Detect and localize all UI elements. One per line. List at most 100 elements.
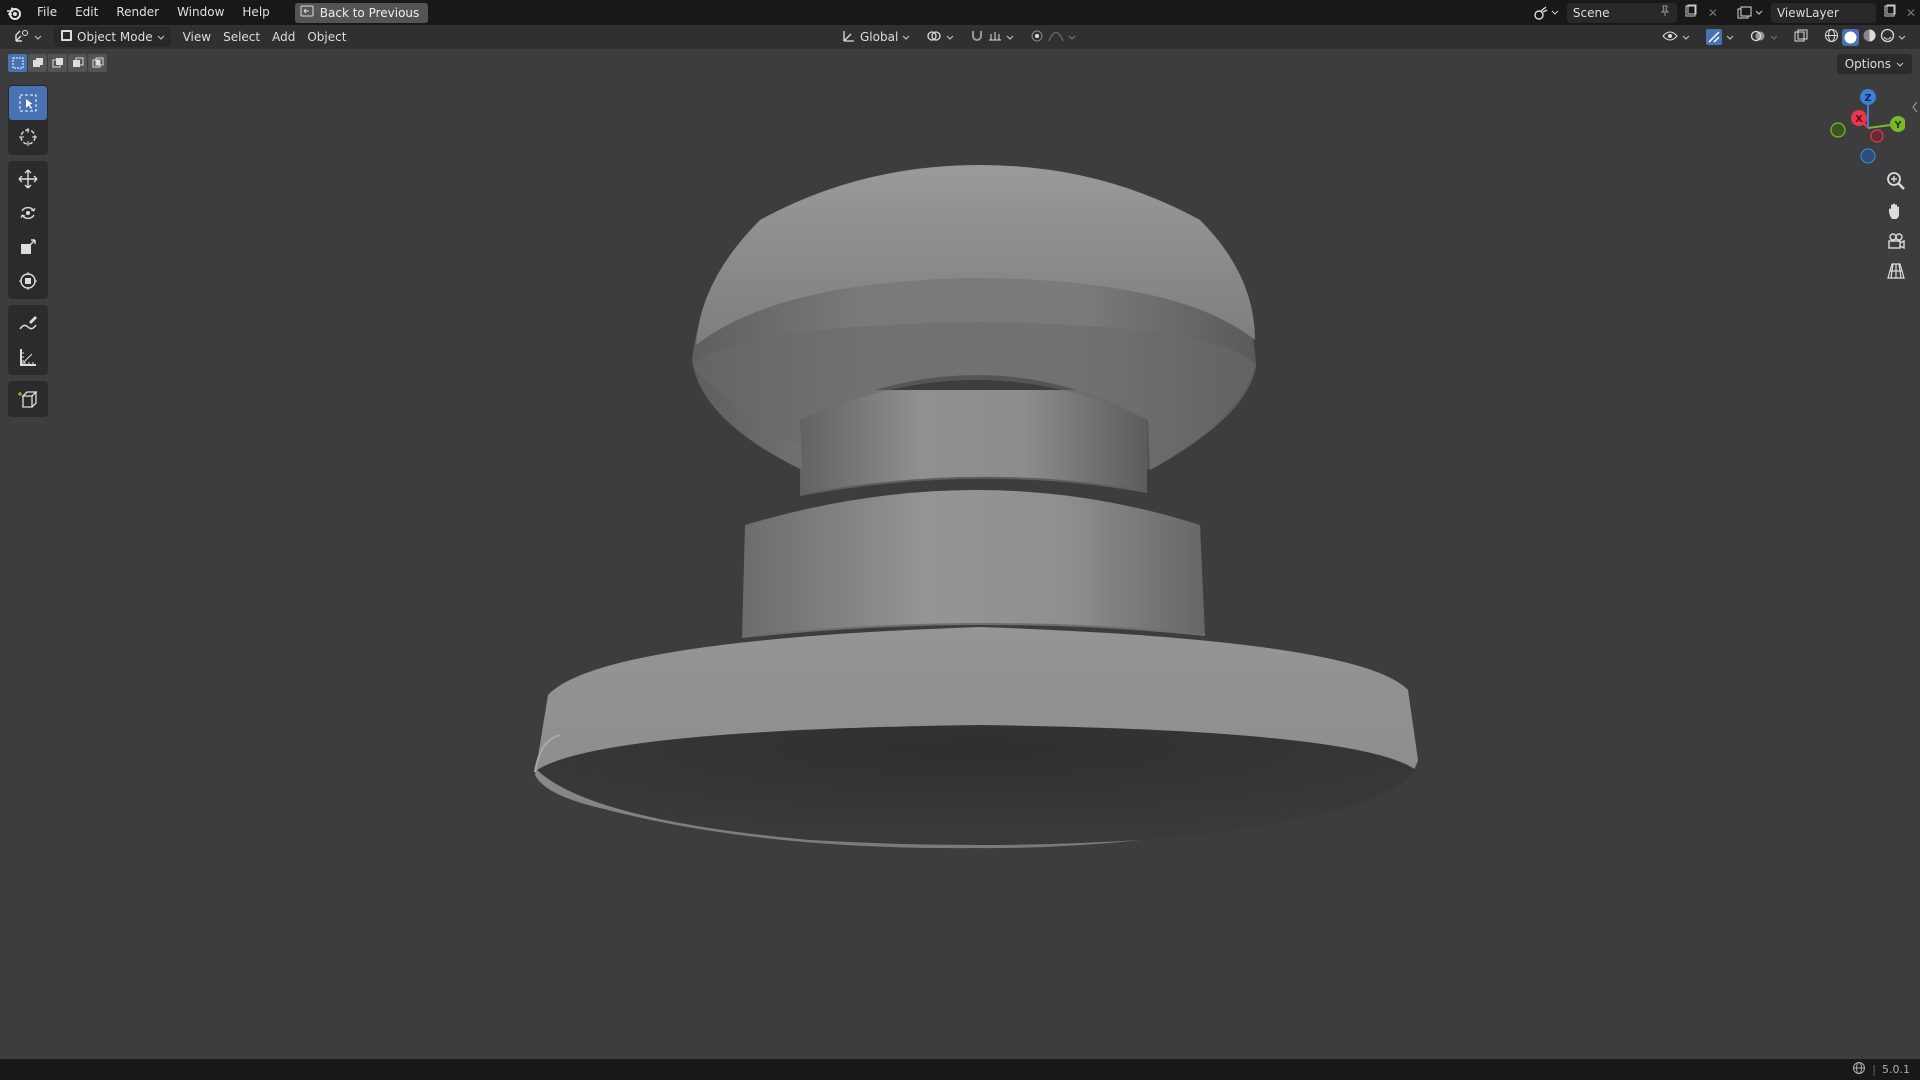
blender-version: 5.0.1 <box>1882 1063 1910 1076</box>
chevron-down-icon <box>157 30 165 44</box>
wireframe-shading-icon[interactable] <box>1824 28 1839 46</box>
annotate-icon[interactable] <box>9 306 47 340</box>
tool-group-transform <box>8 161 48 299</box>
editor-type-button[interactable] <box>8 27 48 47</box>
overlays-toggle[interactable] <box>1744 27 1784 47</box>
menu-view[interactable]: View <box>177 27 217 47</box>
back-icon <box>300 5 314 20</box>
xray-toggle[interactable] <box>1788 27 1814 47</box>
rendered-shading-icon[interactable] <box>1880 28 1895 46</box>
proportional-editing-toggle[interactable] <box>1024 27 1082 47</box>
delete-view-layer-icon[interactable]: ✕ <box>1904 6 1920 20</box>
cursor-icon[interactable] <box>9 120 47 154</box>
view-layer-name: ViewLayer <box>1776 5 1839 20</box>
orientation-label: Global <box>860 30 899 44</box>
navigation-gizmo[interactable]: X Z Y <box>1825 88 1906 168</box>
menu-help[interactable]: Help <box>233 0 278 25</box>
chevron-down-icon <box>1068 30 1076 44</box>
view-layer-icon[interactable] <box>1733 6 1767 20</box>
perspective-toggle-icon[interactable] <box>1881 258 1911 284</box>
transform-orientation-selector[interactable]: Global <box>836 27 916 47</box>
neg-x-axis[interactable] <box>1870 129 1884 143</box>
tool-shelf <box>8 85 48 423</box>
add-cube-icon[interactable] <box>9 382 47 416</box>
solid-shading-icon[interactable] <box>1842 28 1859 46</box>
select-new-icon[interactable] <box>8 54 27 72</box>
options-dropdown[interactable]: Options <box>1836 54 1912 74</box>
tool-group-add <box>8 381 48 417</box>
pivot-icon <box>926 29 942 46</box>
network-icon <box>1852 1061 1866 1078</box>
scene-name-field[interactable]: Scene <box>1566 2 1677 23</box>
chevron-down-icon[interactable] <box>1898 30 1906 44</box>
menu-select[interactable]: Select <box>217 27 266 47</box>
shading-mode-group <box>1818 27 1912 47</box>
hand-pan-icon[interactable] <box>1881 198 1911 224</box>
pin-icon[interactable] <box>1659 5 1671 20</box>
xray-icon <box>1794 29 1808 46</box>
options-label: Options <box>1844 57 1891 71</box>
eye-icon <box>1662 30 1678 45</box>
overlays-icon <box>1750 29 1766 46</box>
select-invert-icon[interactable] <box>68 54 87 72</box>
menu-render[interactable]: Render <box>107 0 168 25</box>
menu-file[interactable]: File <box>28 0 66 25</box>
status-bar: | 5.0.1 <box>0 1059 1920 1080</box>
blender-logo-icon[interactable] <box>0 0 28 25</box>
material-shading-icon[interactable] <box>1862 28 1877 46</box>
move-icon[interactable] <box>9 162 47 196</box>
camera-view-icon[interactable] <box>1881 228 1911 254</box>
3d-model[interactable] <box>0 49 1920 1059</box>
chevron-down-icon <box>34 30 42 44</box>
menu-edit[interactable]: Edit <box>66 0 107 25</box>
delete-scene-icon[interactable]: ✕ <box>1705 6 1721 20</box>
orientation-icon <box>842 29 856 46</box>
chevron-down-icon <box>946 30 954 44</box>
transform-icon[interactable] <box>9 264 47 298</box>
new-scene-icon[interactable] <box>1681 4 1701 21</box>
x-axis-handle[interactable]: X <box>1851 110 1867 126</box>
z-axis-handle[interactable]: Z <box>1860 89 1876 105</box>
measure-icon[interactable] <box>9 340 47 374</box>
collapse-sidebar-icon[interactable] <box>1910 100 1920 114</box>
pivot-point-selector[interactable] <box>920 27 960 47</box>
neg-y-axis[interactable] <box>1830 122 1846 138</box>
tool-group-select <box>8 85 48 155</box>
chevron-down-icon <box>1006 30 1014 44</box>
select-mode-group <box>8 54 107 72</box>
select-box-icon[interactable] <box>9 86 47 120</box>
mode-selector[interactable]: Object Mode <box>54 27 171 47</box>
scale-icon[interactable] <box>9 230 47 264</box>
tool-group-annotate <box>8 305 48 375</box>
chevron-down-icon <box>1726 30 1734 44</box>
view-layer-field[interactable]: ViewLayer <box>1770 2 1876 23</box>
menu-object[interactable]: Object <box>301 27 352 47</box>
select-subtract-icon[interactable] <box>48 54 67 72</box>
viewport-header: Object Mode View Select Add Object Globa… <box>0 25 1920 49</box>
editor-type-icon <box>14 29 30 46</box>
gizmo-toggle[interactable] <box>1700 27 1740 47</box>
menu-window[interactable]: Window <box>168 0 233 25</box>
select-intersect-icon[interactable] <box>88 54 107 72</box>
snap-toggle[interactable] <box>964 27 1020 47</box>
scene-selector-icon[interactable] <box>1529 5 1563 20</box>
back-to-previous-button[interactable]: Back to Previous <box>294 2 429 23</box>
status-separator: | <box>1872 1063 1876 1076</box>
object-mode-icon <box>60 29 73 45</box>
magnet-icon <box>970 29 984 46</box>
gizmo-icon <box>1706 29 1722 45</box>
snap-increment-icon <box>988 30 1002 45</box>
falloff-icon <box>1048 30 1064 45</box>
y-axis-handle[interactable]: Y <box>1890 116 1906 132</box>
rotate-icon[interactable] <box>9 196 47 230</box>
object-visibility-selector[interactable] <box>1656 27 1696 47</box>
select-extend-icon[interactable] <box>28 54 47 72</box>
chevron-down-icon <box>1682 30 1690 44</box>
neg-z-axis[interactable] <box>1860 148 1876 164</box>
back-to-previous-label: Back to Previous <box>319 5 420 20</box>
zoom-icon[interactable] <box>1881 168 1911 194</box>
new-view-layer-icon[interactable] <box>1880 4 1900 21</box>
3d-viewport[interactable] <box>0 49 1920 1059</box>
menu-add[interactable]: Add <box>266 27 301 47</box>
proportional-editing-icon <box>1030 29 1044 46</box>
